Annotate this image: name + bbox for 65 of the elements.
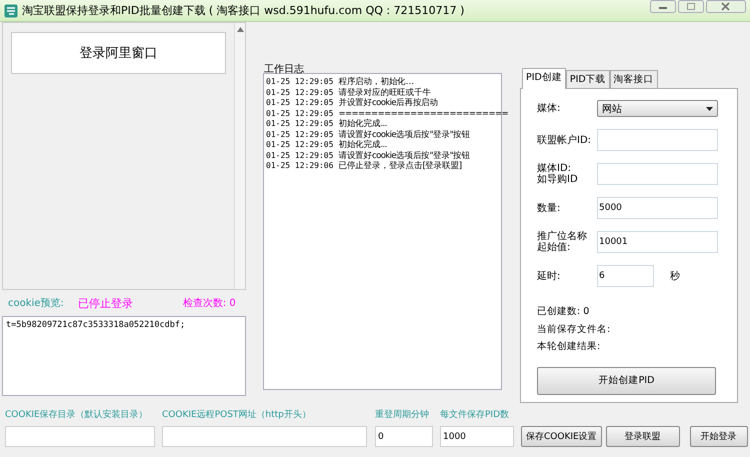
input-field[interactable]: 1000: [440, 426, 514, 447]
input-field[interactable]: 0: [375, 426, 433, 447]
field-label: 重登周期分钟: [375, 408, 429, 421]
log-message: 初始化完成...: [338, 119, 387, 130]
log-time: 01-25 12:29:05: [266, 150, 334, 161]
log-message: 请登录对应的旺旺或千牛: [338, 88, 431, 98]
info-text: 本轮创建结果:: [537, 340, 602, 354]
log-message: 请设置好cookie选项后按"登录"按钮: [338, 150, 470, 161]
log-message: ==========================: [338, 108, 508, 118]
input-field[interactable]: [597, 163, 718, 185]
field-label: 媒体ID:: [537, 163, 572, 174]
field-label: 媒体:: [537, 103, 562, 114]
login-window-button[interactable]: 登录阿里窗口: [11, 32, 226, 74]
window-title: 淘宝联盟保持登录和PID批量创建下载 ( 淘客接口 wsd.591hufu.com QQ : 721510717 ): [22, 3, 464, 18]
input-field[interactable]: [162, 426, 367, 447]
log-time: 01-25 12:29:05: [266, 140, 334, 150]
field-label: 数量:: [537, 202, 562, 214]
log-time: 01-25 12:29:05: [266, 130, 334, 140]
info-text: 当前保存文件名:: [537, 322, 612, 336]
input-field[interactable]: 10001: [597, 231, 718, 253]
unit-label: 秒: [670, 270, 680, 283]
action-button[interactable]: 保存COOKIE设置: [521, 426, 602, 447]
caret-icon[interactable]: [706, 106, 713, 110]
check-count: 检查次数: 0: [182, 296, 236, 310]
field-label: 联盟帐户ID:: [537, 134, 592, 146]
log-message: 程序启动，初始化…: [338, 77, 414, 88]
log-time: 01-25 12:29:05: [266, 119, 334, 130]
field-label: 如导购ID: [537, 174, 579, 185]
input-field[interactable]: [597, 129, 718, 151]
log-message: 已停止登录，登录点击[登录联盟]: [338, 161, 462, 172]
login-status: 已停止登录: [78, 296, 133, 310]
create-pid-button[interactable]: 开始创建PID: [537, 366, 716, 394]
scrollbar[interactable]: [234, 23, 245, 289]
scroll-up-icon[interactable]: [236, 27, 244, 32]
field-label: 每文件保存PID数: [440, 408, 510, 421]
log-message: 初始化完成...: [338, 140, 387, 150]
tab[interactable]: PID下载: [566, 70, 610, 88]
info-text: 已创建数: 0: [537, 305, 590, 319]
field-label: 起始值:: [537, 242, 572, 253]
log-time: 01-25 12:29:05: [266, 98, 334, 108]
tab[interactable]: 淘客接口: [610, 70, 658, 88]
app-icon: [4, 4, 18, 18]
field-label: COOKIE远程POST网址（http开头）: [162, 408, 311, 421]
input-field[interactable]: [5, 426, 155, 447]
action-button[interactable]: 登录联盟: [606, 426, 680, 447]
log-time: 01-25 12:29:05: [266, 108, 334, 119]
maximize-icon[interactable]: [678, 0, 704, 13]
log-message: 请设置好cookie选项后按"登录"按钮: [338, 130, 470, 140]
log-time: 01-25 12:29:06: [266, 161, 334, 172]
log-time: 01-25 12:29:05: [266, 88, 334, 98]
cookie-preview-label: cookie预览:: [8, 297, 64, 310]
action-button[interactable]: 开始登录: [690, 426, 748, 447]
media-dropdown[interactable]: 网站: [597, 100, 718, 117]
input-field[interactable]: 5000: [597, 197, 718, 219]
field-label: COOKIE保存目录（默认安装目录）: [5, 408, 148, 421]
field-label: 推广位名称: [537, 231, 588, 242]
log-message: 并设置好cookie后再按启动: [338, 98, 438, 108]
input-field[interactable]: 6: [597, 265, 654, 287]
log-group-title: 工作日志: [263, 62, 305, 73]
field-label: 延时:: [537, 270, 562, 282]
minimize-icon[interactable]: [650, 0, 676, 13]
close-icon[interactable]: [706, 0, 746, 13]
cookie-preview-field[interactable]: t=5b98209721c87c3533318a052210cdbf;: [2, 316, 246, 396]
tab[interactable]: PID创建: [522, 68, 566, 89]
log-time: 01-25 12:29:05: [266, 77, 334, 88]
